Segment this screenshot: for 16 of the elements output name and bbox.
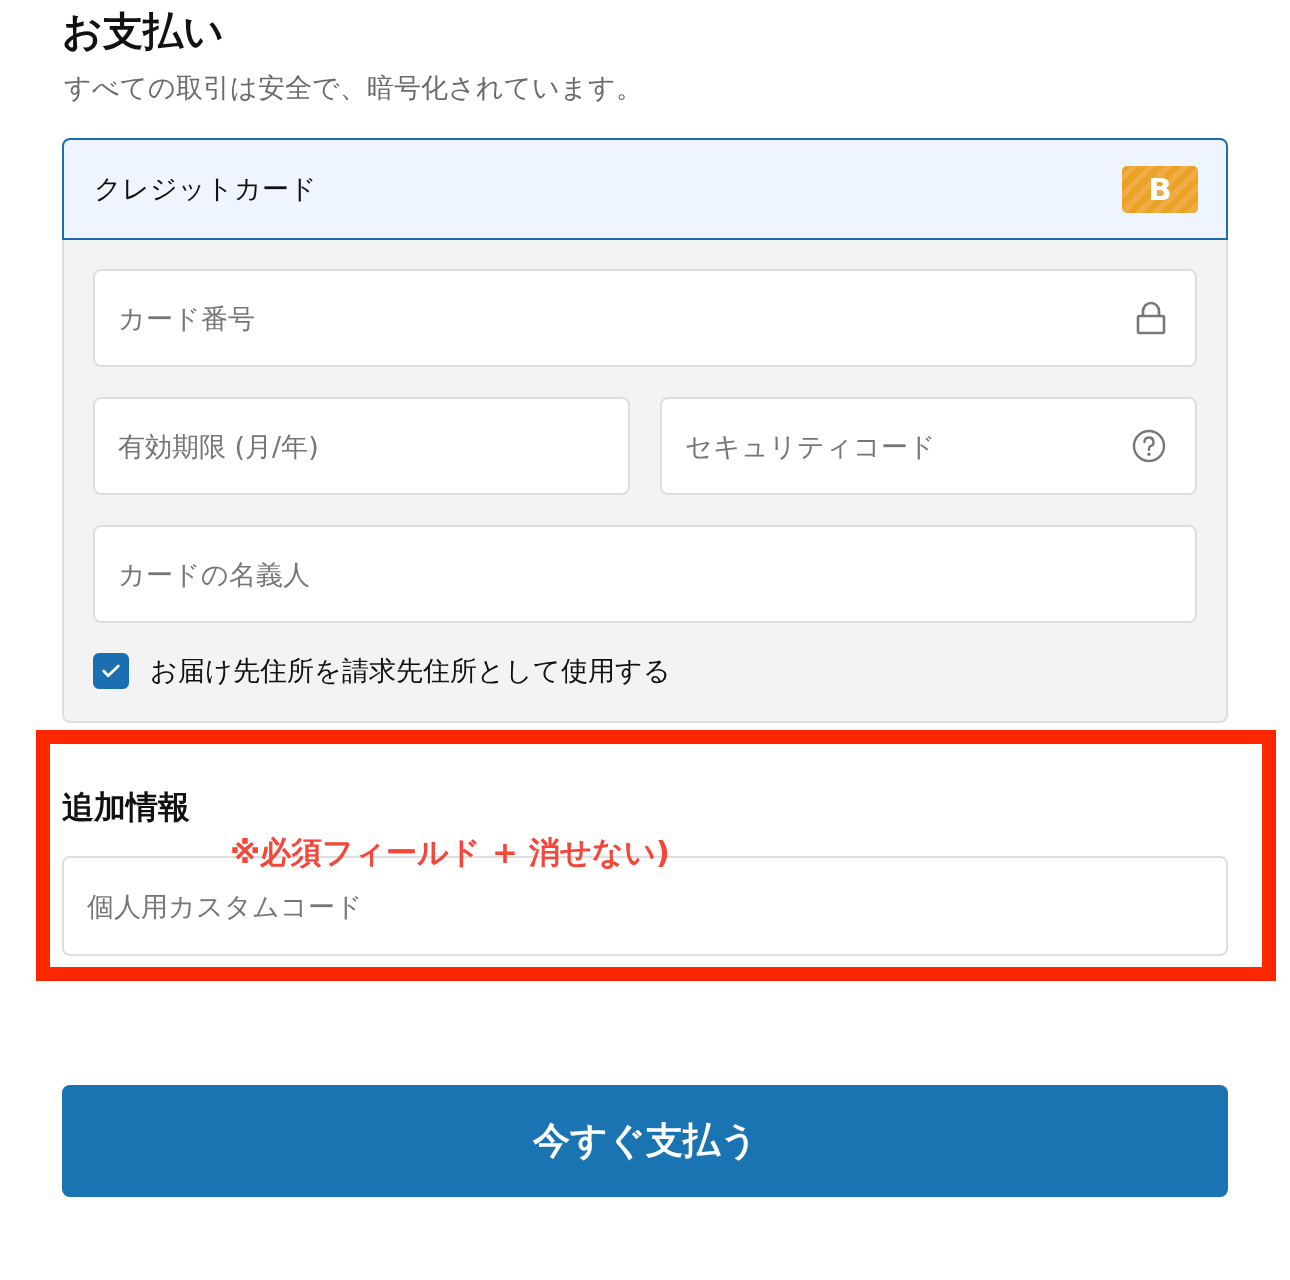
- checkmark-icon: [102, 664, 120, 678]
- security-code-field[interactable]: セキュリティコード: [660, 397, 1197, 495]
- payment-method-header[interactable]: クレジットカード B: [62, 138, 1228, 240]
- lock-icon: [1136, 301, 1166, 335]
- checkbox-label[interactable]: お届け先住所を請求先住所として使用する: [150, 653, 671, 689]
- section-heading: 追加情報: [62, 787, 190, 827]
- pay-now-button[interactable]: 今すぐ支払う: [62, 1085, 1228, 1197]
- cardholder-name-field[interactable]: カードの名義人: [93, 525, 1197, 623]
- page-subtitle: すべての取引は安全で、暗号化されています。: [64, 71, 643, 105]
- expiry-date-field[interactable]: 有効期限 (月/年): [93, 397, 630, 495]
- card-number-field[interactable]: カード番号: [93, 269, 1197, 367]
- page-title: お支払い: [62, 7, 224, 56]
- payment-method-label: クレジットカード: [94, 172, 317, 206]
- checkbox[interactable]: [93, 653, 129, 689]
- help-icon[interactable]: [1132, 429, 1166, 463]
- card-brand-badge: B: [1122, 165, 1198, 213]
